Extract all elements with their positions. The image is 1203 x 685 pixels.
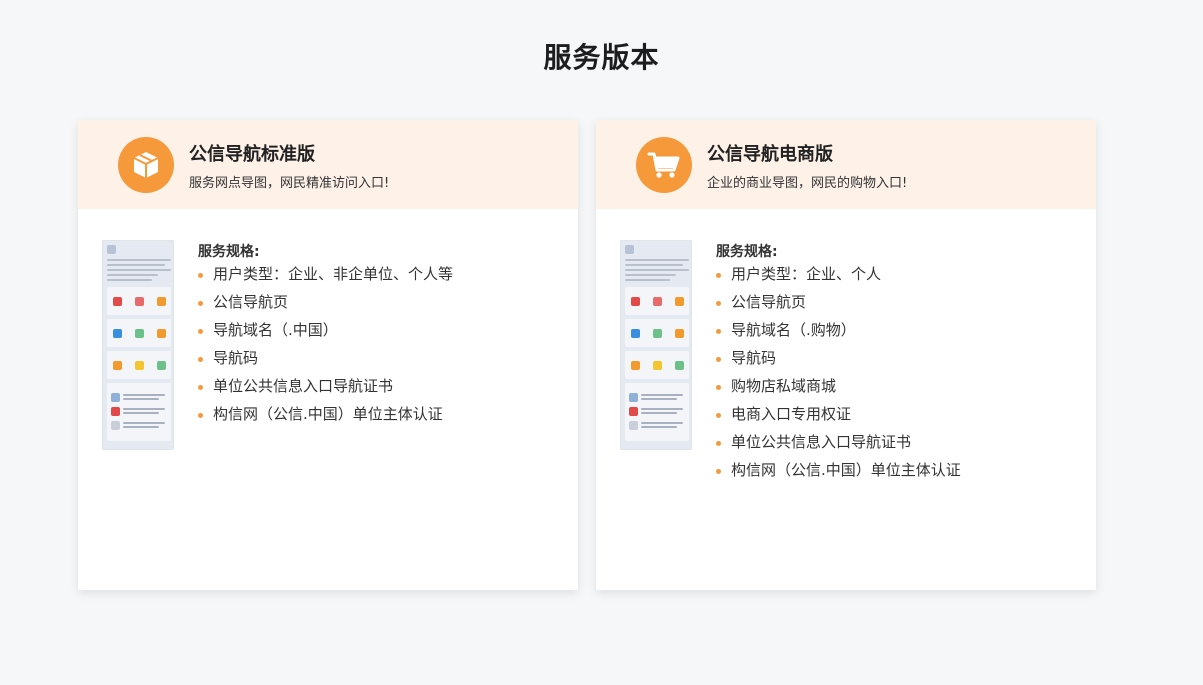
card-header: 公信导航标准版 服务网点导图，网民精准访问入口! bbox=[78, 120, 578, 209]
page-title: 服务版本 bbox=[543, 41, 660, 74]
spec-item: 电商入口专用权证 bbox=[716, 406, 986, 423]
spec-item: 单位公共信息入口导航证书 bbox=[716, 434, 986, 451]
spec-item: 导航码 bbox=[716, 350, 986, 367]
spec-item: 购物店私域商城 bbox=[716, 378, 986, 395]
spec-item: 公信导航页 bbox=[716, 294, 986, 311]
spec-title: 服务规格: bbox=[716, 244, 778, 260]
spec-title: 服务规格: bbox=[198, 244, 260, 260]
spec-item: 用户类型：企业、非企单位、个人等 bbox=[198, 266, 468, 283]
card-ecommerce-edition[interactable]: 公信导航电商版 企业的商业导图，网民的购物入口! 服务规格: 用户类型：企业、个… bbox=[596, 120, 1096, 590]
card-standard-edition[interactable]: 公信导航标准版 服务网点导图，网民精准访问入口! 服务规格: 用户类型：企业、非… bbox=[78, 120, 578, 590]
spec-item: 构信网（公信.中国）单位主体认证 bbox=[716, 462, 986, 479]
card-subtitle: 服务网点导图，网民精准访问入口! bbox=[189, 176, 390, 191]
spec-list: 用户类型：企业、非企单位、个人等 公信导航页 导航域名（.中国） 导航码 单位公… bbox=[198, 266, 468, 434]
spec-list: 用户类型：企业、个人 公信导航页 导航域名（.购物） 导航码 购物店私域商城 电… bbox=[716, 266, 986, 490]
spec-item: 用户类型：企业、个人 bbox=[716, 266, 986, 283]
preview-thumbnail bbox=[620, 240, 692, 450]
spec-item: 构信网（公信.中国）单位主体认证 bbox=[198, 406, 468, 423]
shopping-cart-icon bbox=[636, 137, 692, 193]
card-subtitle: 企业的商业导图，网民的购物入口! bbox=[707, 176, 908, 191]
spec-item: 导航域名（.购物） bbox=[716, 322, 986, 339]
card-title: 公信导航电商版 bbox=[707, 144, 833, 165]
box-icon bbox=[118, 137, 174, 193]
spec-item: 导航码 bbox=[198, 350, 468, 367]
spec-item: 导航域名（.中国） bbox=[198, 322, 468, 339]
card-header: 公信导航电商版 企业的商业导图，网民的购物入口! bbox=[596, 120, 1096, 209]
spec-item: 单位公共信息入口导航证书 bbox=[198, 378, 468, 395]
card-title: 公信导航标准版 bbox=[189, 144, 315, 165]
spec-item: 公信导航页 bbox=[198, 294, 468, 311]
preview-thumbnail bbox=[102, 240, 174, 450]
